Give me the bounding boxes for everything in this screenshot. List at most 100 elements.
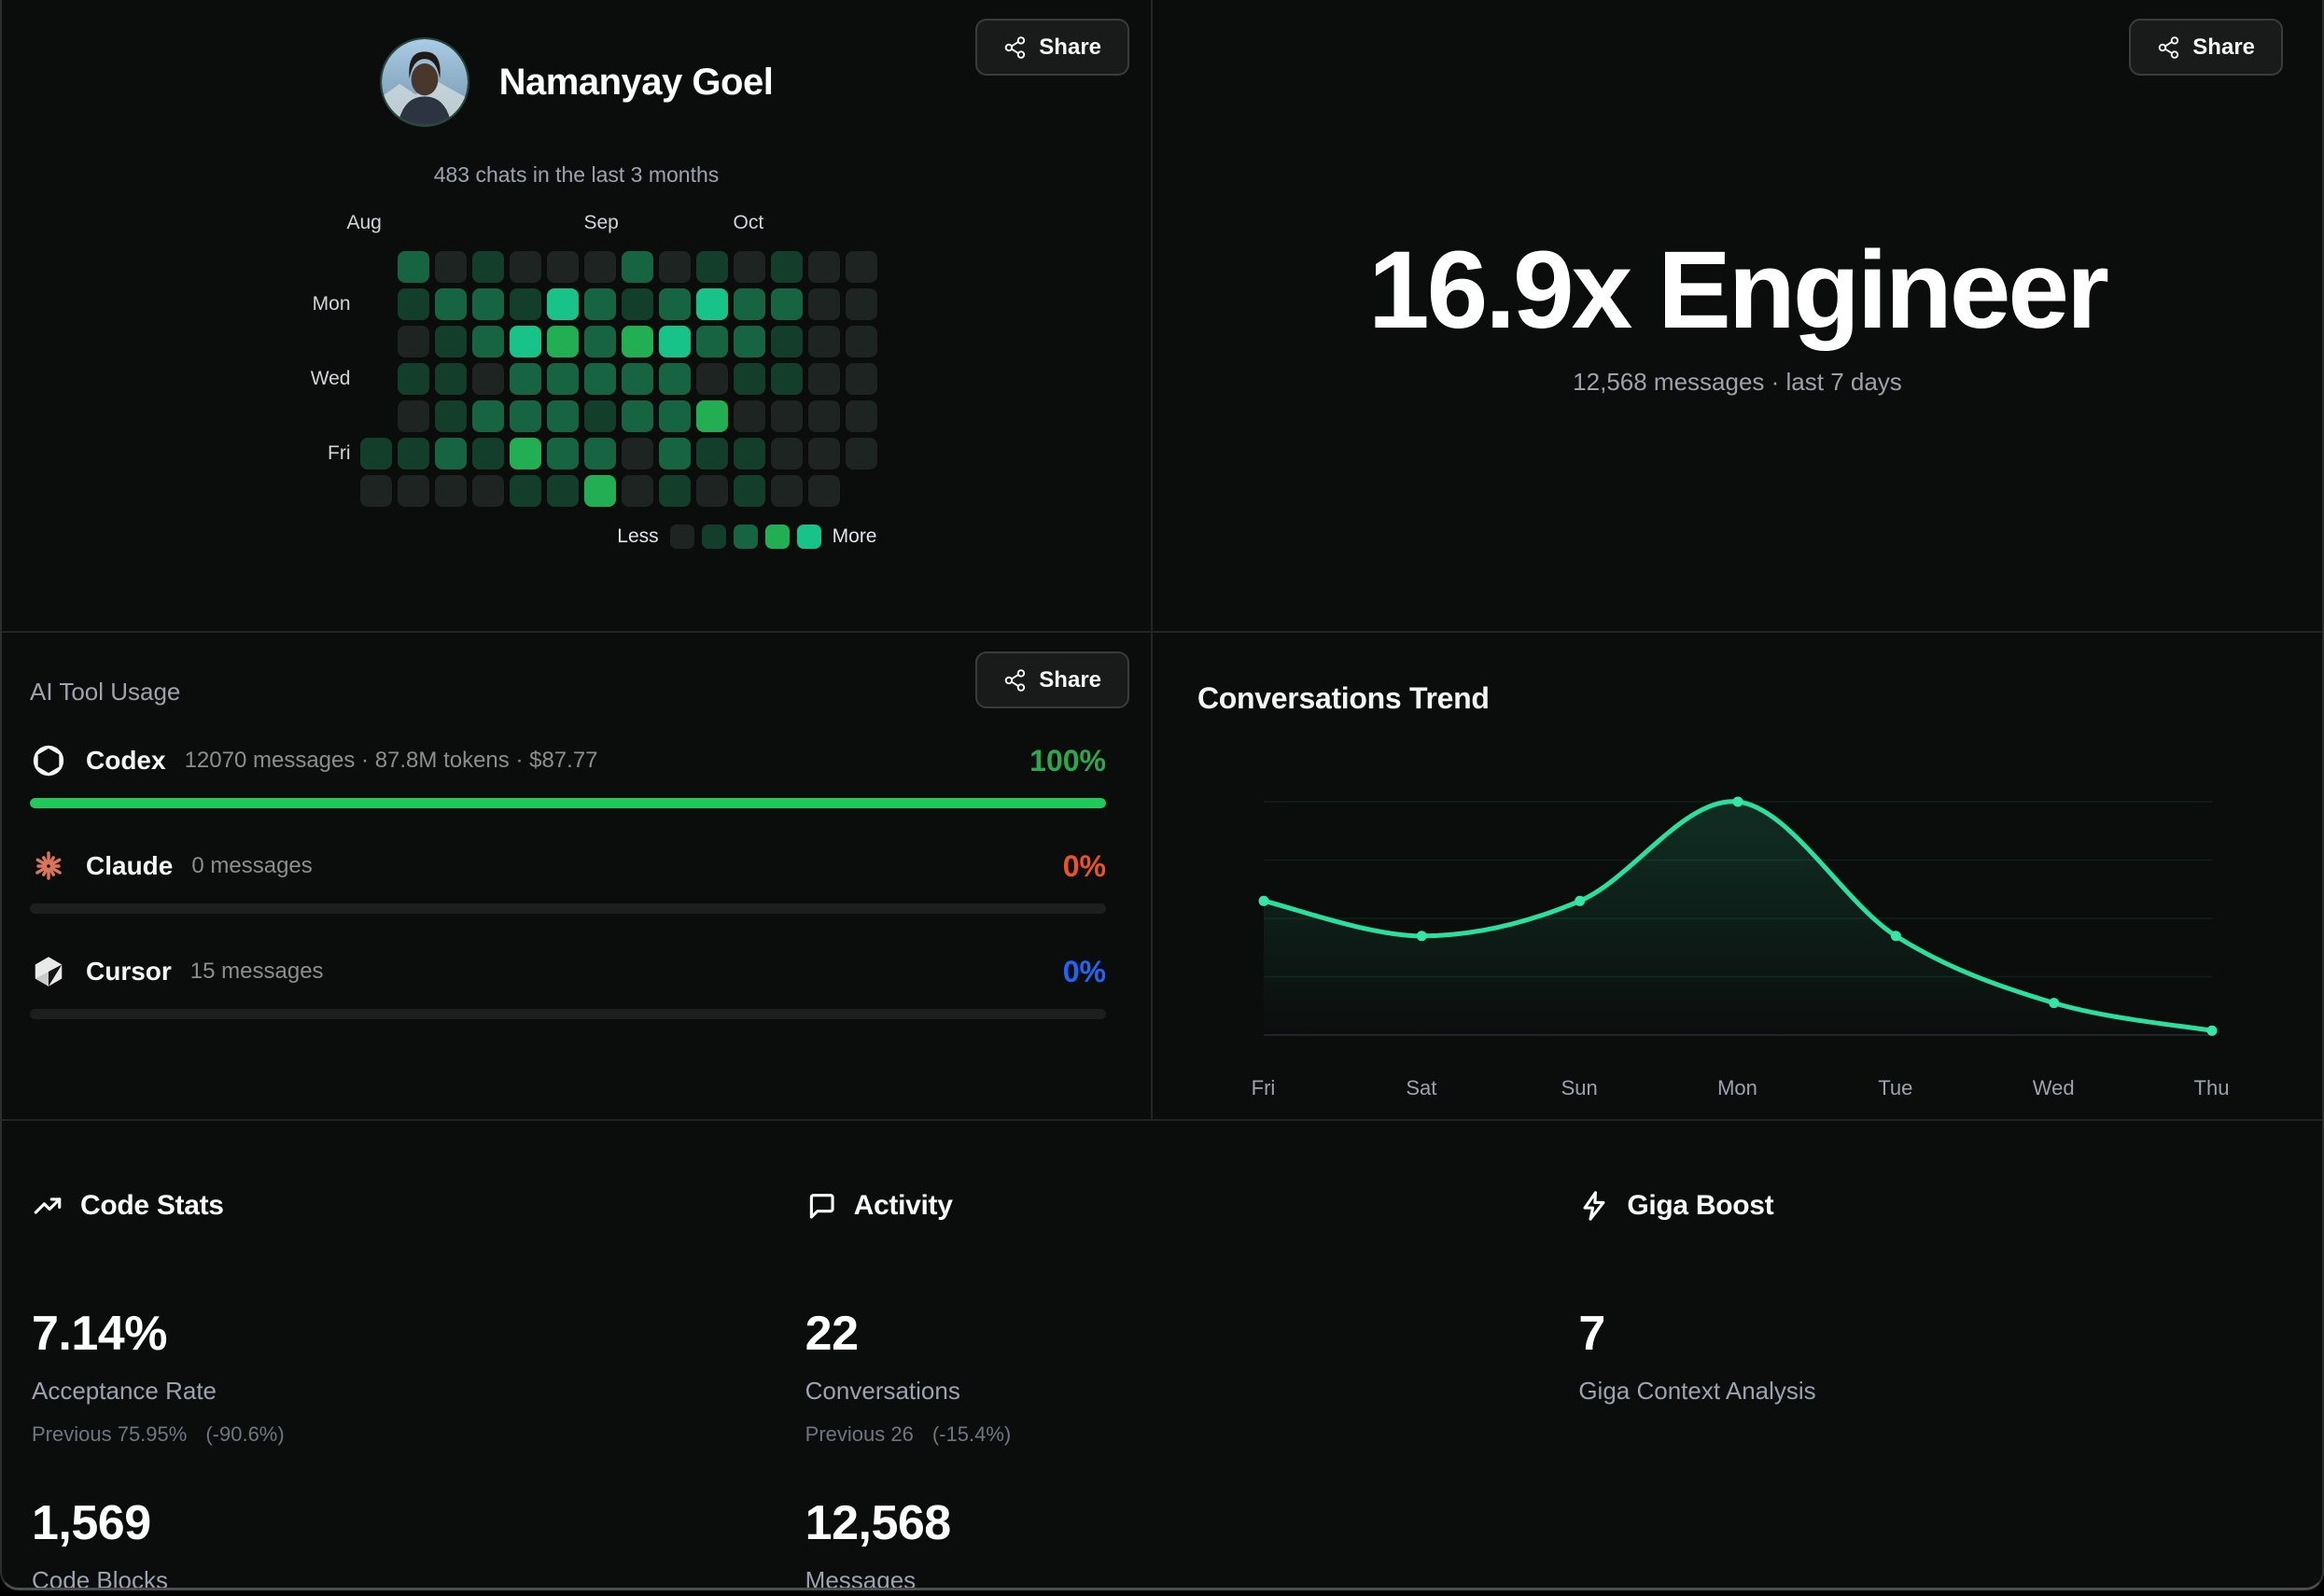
heatmap-month-label: Oct xyxy=(734,212,764,234)
heatmap-cell xyxy=(398,363,429,395)
stats-row: Code Stats 7.14% Acceptance Rate Previou… xyxy=(2,1121,2322,1590)
trend-line-chart xyxy=(1264,783,2212,1063)
trend-title: Conversations Trend xyxy=(1153,681,2322,716)
cursor-icon xyxy=(30,953,67,990)
trend-x-axis: FriSatSunMonTueWedThu xyxy=(1264,1076,2212,1104)
trending-up-icon xyxy=(32,1190,63,1222)
heatmap-cell xyxy=(846,326,877,357)
share-icon xyxy=(1003,668,1028,693)
hero-card: Share 16.9x Engineer 12,568 messages · l… xyxy=(1153,0,2322,633)
chat-bubble-icon xyxy=(805,1190,837,1222)
stat-label: Conversations xyxy=(805,1377,1549,1406)
legend-swatches xyxy=(670,525,821,549)
section-title: Activity xyxy=(854,1190,953,1222)
heatmap-cell xyxy=(435,326,467,357)
x-axis-label: Mon xyxy=(1717,1076,1757,1100)
giga-boost-section: Giga Boost 7 Giga Context Analysis xyxy=(1548,1121,2322,1590)
tool-name: Codex xyxy=(86,746,166,776)
tool-percent: 0% xyxy=(1063,955,1106,989)
heatmap-cell xyxy=(808,326,840,357)
heatmap-cell xyxy=(472,363,504,395)
tool-usage-title: AI Tool Usage xyxy=(30,678,1106,707)
x-axis-label: Sat xyxy=(1406,1076,1436,1100)
heatmap-cell xyxy=(584,475,616,507)
heatmap-cell xyxy=(622,363,653,395)
share-button-profile[interactable]: Share xyxy=(975,19,1129,76)
stat-label: Messages xyxy=(805,1566,1549,1590)
stat-value: 12,568 xyxy=(805,1499,1549,1547)
tool-meta: 15 messages xyxy=(190,959,324,985)
stat-label: Giga Context Analysis xyxy=(1578,1377,2322,1406)
heatmap-cell xyxy=(510,288,541,320)
heatmap-cell xyxy=(435,475,467,507)
heatmap-cell xyxy=(398,475,429,507)
profile-card: Share xyxy=(2,0,1153,633)
heatmap-cell xyxy=(622,288,653,320)
activity-section: Activity 22 Conversations Previous 26(-1… xyxy=(776,1121,1549,1590)
heatmap-cell xyxy=(547,326,579,357)
heatmap-cell xyxy=(360,438,392,469)
heatmap-cell xyxy=(696,251,728,283)
legend-swatch xyxy=(797,525,821,549)
openai-icon xyxy=(30,742,67,779)
stat-value: 7 xyxy=(1578,1309,2322,1358)
tool-usage-card: Share AI Tool Usage Codex 12070 messages… xyxy=(2,633,1153,1121)
heatmap-cell xyxy=(472,326,504,357)
heatmap-cell xyxy=(808,251,840,283)
heatmap-cell xyxy=(398,288,429,320)
tool-percent: 100% xyxy=(1029,744,1106,778)
heatmap-cell xyxy=(659,251,691,283)
heatmap-cell xyxy=(771,326,803,357)
heatmap-cell xyxy=(808,475,840,507)
heatmap-cell xyxy=(510,400,541,432)
heatmap-cell xyxy=(510,363,541,395)
heatmap-day-label: Mon xyxy=(276,293,351,315)
heatmap-cell xyxy=(584,363,616,395)
legend-more-label: More xyxy=(833,525,877,548)
heatmap-cell xyxy=(771,251,803,283)
tool-meta: 0 messages xyxy=(191,853,312,879)
heatmap-cell xyxy=(696,363,728,395)
heatmap-cell xyxy=(510,475,541,507)
heatmap-cell xyxy=(472,438,504,469)
heatmap-cell xyxy=(734,363,765,395)
heatmap-cell xyxy=(398,326,429,357)
heatmap-cell xyxy=(398,438,429,469)
stat-value: 1,569 xyxy=(32,1499,776,1547)
heatmap-cell xyxy=(547,251,579,283)
heatmap-cell xyxy=(584,288,616,320)
trend-card: Conversations Trend FriSatSunMonTueWedTh… xyxy=(1153,633,2322,1121)
heatmap-cell xyxy=(584,438,616,469)
heatmap-cell xyxy=(808,363,840,395)
heatmap-cell xyxy=(771,475,803,507)
heatmap-cell xyxy=(510,251,541,283)
legend-swatch xyxy=(702,525,726,549)
share-button-hero[interactable]: Share xyxy=(2129,19,2283,76)
heatmap-cell xyxy=(472,288,504,320)
tool-percent: 0% xyxy=(1063,849,1106,884)
heatmap-cell xyxy=(547,288,579,320)
heatmap-cell xyxy=(547,400,579,432)
heatmap-cell xyxy=(771,438,803,469)
heatmap-cell xyxy=(659,475,691,507)
heatmap-cell xyxy=(846,251,877,283)
tool-row-cursor: Cursor 15 messages 0% xyxy=(30,953,1106,1019)
legend-swatch xyxy=(670,525,694,549)
code-stats-section: Code Stats 7.14% Acceptance Rate Previou… xyxy=(2,1121,776,1590)
heatmap-cell xyxy=(808,288,840,320)
heatmap-cell xyxy=(472,400,504,432)
stat-previous: Previous 26(-15.4%) xyxy=(805,1422,1549,1447)
tool-name: Claude xyxy=(86,851,173,881)
heatmap-cell xyxy=(771,400,803,432)
heatmap-cell xyxy=(584,326,616,357)
share-button-tools[interactable]: Share xyxy=(975,651,1129,708)
heatmap-cell xyxy=(435,363,467,395)
trend-chart: FriSatSunMonTueWedThu xyxy=(1264,783,2212,1104)
heatmap-grid xyxy=(360,251,877,507)
heatmap-cell xyxy=(622,438,653,469)
heatmap-cell xyxy=(734,400,765,432)
share-button-label: Share xyxy=(1039,35,1101,61)
heatmap-cell xyxy=(435,400,467,432)
heatmap-cell xyxy=(398,251,429,283)
legend-swatch xyxy=(734,525,758,549)
